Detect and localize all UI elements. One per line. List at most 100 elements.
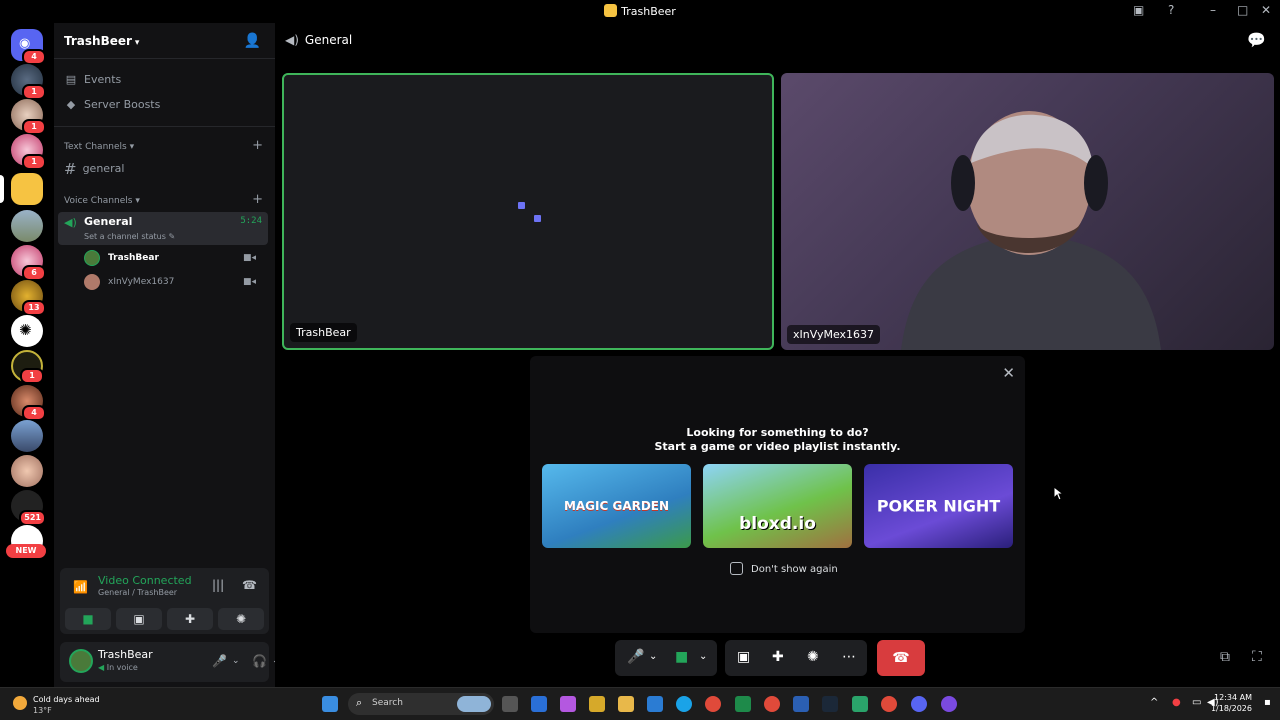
chat-icon[interactable]: 💬 <box>1247 31 1266 49</box>
activities-button[interactable]: ✚ <box>167 608 213 630</box>
network-icon[interactable]: ▭ <box>1192 697 1201 708</box>
invite-people-icon[interactable]: 👤 <box>244 33 261 49</box>
server-icon[interactable]: 1 <box>11 64 46 100</box>
tile-name-label: xInVyMex1637 <box>787 325 881 344</box>
text-channel-general[interactable]: # general <box>64 160 124 178</box>
server-icon[interactable]: 13 <box>11 280 46 316</box>
activities-icon[interactable]: ✚ <box>772 649 784 665</box>
channel-status[interactable]: Set a channel status ✎ <box>84 232 175 241</box>
unread-badge: 6 <box>22 265 46 281</box>
chevron-down-icon[interactable]: ⌄ <box>699 651 707 662</box>
popout-icon[interactable]: ⧉ <box>1220 649 1230 665</box>
server-icon[interactable]: 521 <box>11 490 46 526</box>
tile-name-label: TrashBear <box>290 323 357 342</box>
server-icon-selected[interactable] <box>11 173 43 205</box>
disconnect-icon[interactable]: ☎ <box>242 578 257 592</box>
outlook-icon[interactable] <box>531 696 547 712</box>
selected-server-indicator <box>0 175 4 203</box>
text-channels-category[interactable]: Text Channels ▾ <box>64 142 134 152</box>
fullscreen-icon[interactable]: ⛶ <box>1252 649 1262 665</box>
clock[interactable]: 12:34 AM 1/18/2026 <box>1211 692 1252 714</box>
connection-channel[interactable]: General / TrashBeer <box>98 588 177 597</box>
video-tile-trashbear[interactable]: TrashBear <box>282 73 774 350</box>
camera-button[interactable]: ■ <box>65 608 111 630</box>
voice-user[interactable]: TrashBear ■◂ <box>84 249 264 267</box>
voice-channel-general[interactable]: ◀) General 5:24 Set a channel status ✎ <box>58 212 268 245</box>
server-icon[interactable] <box>11 455 43 487</box>
soundboard-button[interactable]: ✺ <box>218 608 264 630</box>
add-text-channel-icon[interactable]: + <box>252 138 263 153</box>
chevron-down-icon: ▾ <box>134 38 140 48</box>
inbox-icon[interactable]: ▣ <box>1133 3 1144 17</box>
game-card-bloxd[interactable]: bloxd.io <box>703 464 852 548</box>
add-voice-channel-icon[interactable]: + <box>252 192 263 207</box>
camera-icon[interactable]: ■ <box>675 649 688 665</box>
close-icon[interactable]: ✕ <box>1002 364 1015 382</box>
headphones-icon[interactable]: 🎧 <box>252 654 267 668</box>
user-status-text: In voice <box>106 663 138 672</box>
app-icon[interactable] <box>941 696 957 712</box>
file-explorer-icon[interactable] <box>618 696 634 712</box>
steam-icon[interactable] <box>822 696 838 712</box>
clock-date: 1/18/2026 <box>1210 704 1252 713</box>
events-item[interactable]: ▤ Events <box>64 70 264 90</box>
dont-show-again-checkbox[interactable]: Don't show again <box>730 562 838 575</box>
server-icon[interactable]: ✺ <box>11 315 43 347</box>
activities-icon: ✚ <box>184 612 196 626</box>
microphone-icon[interactable]: 🎤 <box>627 649 644 665</box>
user-avatar[interactable] <box>69 649 93 673</box>
unread-badge: 1 <box>22 154 46 170</box>
start-button[interactable] <box>322 696 338 712</box>
excel-icon[interactable] <box>735 696 751 712</box>
mouse-cursor-icon <box>1053 486 1063 501</box>
chrome-icon[interactable] <box>705 696 721 712</box>
store-icon[interactable] <box>589 696 605 712</box>
server-boosts-item[interactable]: ◆ Server Boosts <box>64 95 264 115</box>
more-options-icon[interactable]: ⋯ <box>842 649 856 665</box>
camera-icon: ■◂ <box>242 253 256 263</box>
chrome-icon[interactable] <box>764 696 780 712</box>
home-button[interactable]: ◉ 4 <box>11 29 46 65</box>
chevron-down-icon[interactable]: ⌄ <box>232 656 240 666</box>
video-tile-xinvymex1637[interactable]: xInVyMex1637 <box>781 73 1274 350</box>
voice-channels-category[interactable]: Voice Channels ▾ <box>64 196 140 206</box>
server-icon[interactable]: 1 <box>11 134 46 170</box>
taskbar-search[interactable]: ⌕ Search <box>348 693 494 715</box>
new-badge: NEW <box>6 544 46 558</box>
app-icon[interactable] <box>647 696 663 712</box>
screen-share-icon[interactable]: ▣ <box>737 649 750 665</box>
chevron-up-icon[interactable]: ^ <box>1150 697 1158 708</box>
end-call-button[interactable]: ☎ <box>877 640 925 676</box>
voice-call-area: ◀) General 💬 TrashBear xInVyMex1637 ✕ Loo… <box>275 23 1280 687</box>
maximize-button[interactable]: □ <box>1237 3 1248 17</box>
server-icon[interactable] <box>11 420 43 452</box>
server-icon[interactable] <box>11 210 43 242</box>
task-view-icon[interactable] <box>502 696 518 712</box>
copilot-icon[interactable] <box>560 696 576 712</box>
app-icon[interactable] <box>852 696 868 712</box>
server-icon[interactable]: 1 <box>11 350 44 384</box>
server-icon[interactable]: 4 <box>11 385 46 421</box>
help-icon[interactable]: ? <box>1168 3 1174 17</box>
discord-icon[interactable] <box>911 696 927 712</box>
game-card-magic-garden[interactable]: MAGIC GARDEN <box>542 464 691 548</box>
screen-share-button[interactable]: ▣ <box>116 608 162 630</box>
microphone-icon[interactable]: ● <box>1172 697 1181 708</box>
word-icon[interactable] <box>793 696 809 712</box>
game-card-poker-night[interactable]: POKER NIGHT <box>864 464 1013 548</box>
chevron-down-icon[interactable]: ⌄ <box>649 651 657 662</box>
server-icon[interactable]: 1 <box>11 99 46 135</box>
search-icon: ⌕ <box>356 696 363 709</box>
microphone-icon[interactable]: 🎤 <box>212 654 227 668</box>
server-icon[interactable]: 6 <box>11 245 46 281</box>
noise-suppression-icon[interactable]: ||| <box>212 578 224 592</box>
chrome-icon[interactable] <box>881 696 897 712</box>
soundboard-icon[interactable]: ✺ <box>807 649 819 665</box>
server-name-menu[interactable]: TrashBeer ▾ <box>64 34 139 48</box>
minimize-button[interactable]: – <box>1210 3 1216 17</box>
voice-user[interactable]: xInVyMex1637 ■◂ <box>84 273 264 291</box>
edge-icon[interactable] <box>676 696 692 712</box>
camera-icon: ■◂ <box>242 277 256 287</box>
close-window-button[interactable]: ✕ <box>1261 3 1271 17</box>
notification-icon[interactable]: ▪ <box>1264 697 1271 708</box>
